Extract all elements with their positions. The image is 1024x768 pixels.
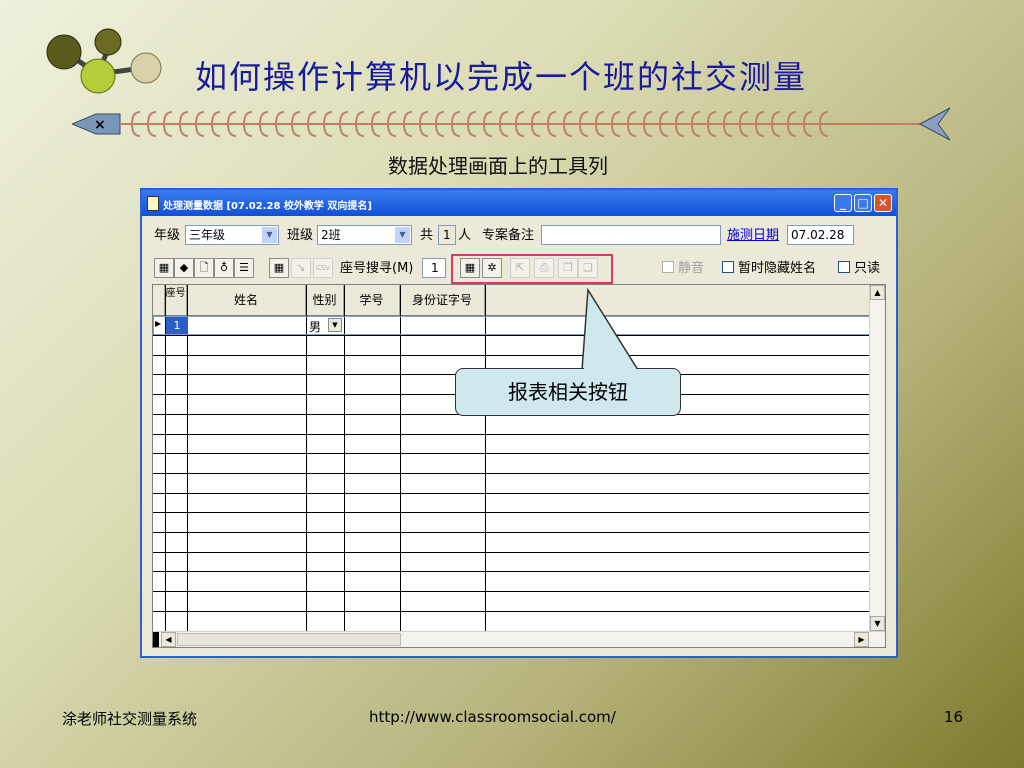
record-marker [153,632,159,647]
page-number: 16 [944,708,964,726]
app-icon [147,196,159,211]
csv-export-icon[interactable]: CSV [313,258,333,278]
vertical-scrollbar[interactable]: ▲ ▼ [869,285,885,631]
navigate-icon[interactable]: ◆ [174,258,194,278]
grid-row-line [153,472,873,474]
callout-report-buttons: 报表相关按钮 [455,368,681,416]
scroll-down-icon[interactable]: ▼ [870,616,885,631]
date-link[interactable]: 施测日期 [727,225,779,247]
close-button[interactable]: ✕ [874,194,892,212]
cell-gender[interactable]: 男 [309,318,321,335]
grid-row-line [153,453,873,455]
grid-divider [165,285,166,631]
student-grid[interactable]: 座号 姓名 性别 学号 身份证字号 ▶ 1 男 ▼ ▲ ▼ ◀ ▶ [152,284,886,648]
row-pointer-icon: ▶ [155,319,162,328]
total-label: 共 [420,228,434,243]
table-icon[interactable]: ▦ [269,258,289,278]
header-student-no[interactable]: 学号 [344,285,400,315]
cell-seat[interactable]: 1 [166,317,188,334]
grid-row-line [153,532,873,533]
checkbox-icon[interactable] [662,261,674,273]
header-id-no[interactable]: 身份证字号 [400,285,485,315]
table-row[interactable]: ▶ 1 男 ▼ [153,316,871,335]
class-label: 班级 [287,228,314,243]
grid-divider [344,285,345,631]
checkbox-icon[interactable] [838,261,850,273]
window-title: 处理测量数据 [07.02.28 校外教学 双向提名] [163,201,372,212]
grid-row-line [153,354,873,356]
grade-select[interactable]: 三年级 ▼ [185,225,279,245]
seat-search-label: 座号搜寻(M) [340,261,414,276]
grid-row-line [153,610,873,612]
report-buttons-highlight [451,254,613,284]
grade-value: 三年级 [189,228,226,242]
hide-names-checkbox[interactable]: 暂时隐藏姓名 [722,258,816,280]
grade-label: 年级 [154,228,181,243]
note-input[interactable] [541,225,721,245]
grid-divider [485,285,486,631]
logo-molecule-icon [46,28,162,94]
footer-url[interactable]: http://www.classroomsocial.com/ [369,708,616,726]
grid-view-icon[interactable]: ▦ [154,258,174,278]
slide-subtitle: 数据处理画面上的工具列 [388,154,608,178]
seat-search-input[interactable]: 1 [422,258,446,278]
notes-icon[interactable]: ☰ [234,258,254,278]
hide-names-label: 暂时隐藏姓名 [738,261,817,276]
footer-system-name: 涂老师社交测量系统 [62,710,198,728]
chevron-down-icon[interactable]: ▼ [395,227,410,243]
mute-checkbox[interactable]: 静音 [662,258,704,280]
grid-divider [187,285,188,631]
header-seat[interactable]: 座号 [165,285,187,315]
readonly-checkbox[interactable]: 只读 [838,258,880,280]
window-titlebar: 处理测量数据 [07.02.28 校外教学 双向提名] _ □ ✕ [142,190,896,216]
date-input[interactable]: 07.02.28 [787,225,854,245]
checkbox-icon[interactable] [722,261,734,273]
scroll-thumb[interactable] [177,633,401,646]
slide-title: 如何操作计算机以完成一个班的社交测量 [195,58,808,96]
fishbone-divider-icon: × [72,107,951,141]
header-gender[interactable]: 性别 [306,285,344,315]
import-icon[interactable]: ↘ [291,258,311,278]
grid-row-line [153,433,873,435]
total-count: 1 [438,225,456,245]
grid-row-line [153,492,873,494]
grid-row-line [153,591,873,593]
chevron-down-icon[interactable]: ▼ [328,318,342,332]
minimize-button[interactable]: _ [834,194,852,212]
scroll-right-icon[interactable]: ▶ [854,632,869,647]
scroll-up-icon[interactable]: ▲ [870,285,885,300]
svg-text:×: × [94,117,106,133]
new-document-icon[interactable]: 🗋 [194,258,214,278]
horizontal-scrollbar[interactable]: ◀ ▶ [153,631,885,647]
row-selector-header [153,285,165,315]
grid-row-line [153,335,873,336]
class-value: 2班 [321,228,341,242]
note-label: 专案备注 [482,228,535,243]
header-name[interactable]: 姓名 [187,285,306,315]
grid-divider [306,285,307,631]
person-label: 人 [458,228,472,243]
chevron-down-icon[interactable]: ▼ [262,227,277,243]
info-row: 年级 三年级 ▼ 班级 2班 ▼ 共 1 人 专案备注 施测日期 07.02.2… [154,225,884,247]
grid-divider [400,285,401,631]
mute-label: 静音 [678,261,705,276]
data-processing-window: 处理测量数据 [07.02.28 校外教学 双向提名] _ □ ✕ 年级 三年级… [140,188,898,658]
readonly-label: 只读 [854,261,881,276]
open-document-icon[interactable]: ♁ [214,258,234,278]
maximize-button[interactable]: □ [854,194,872,212]
grid-row-line [153,512,873,514]
grid-row-line [153,551,873,553]
scroll-left-icon[interactable]: ◀ [161,632,176,647]
grid-row-line [153,571,873,573]
class-select[interactable]: 2班 ▼ [317,225,412,245]
grid-header: 座号 姓名 性别 学号 身份证字号 [153,285,873,316]
